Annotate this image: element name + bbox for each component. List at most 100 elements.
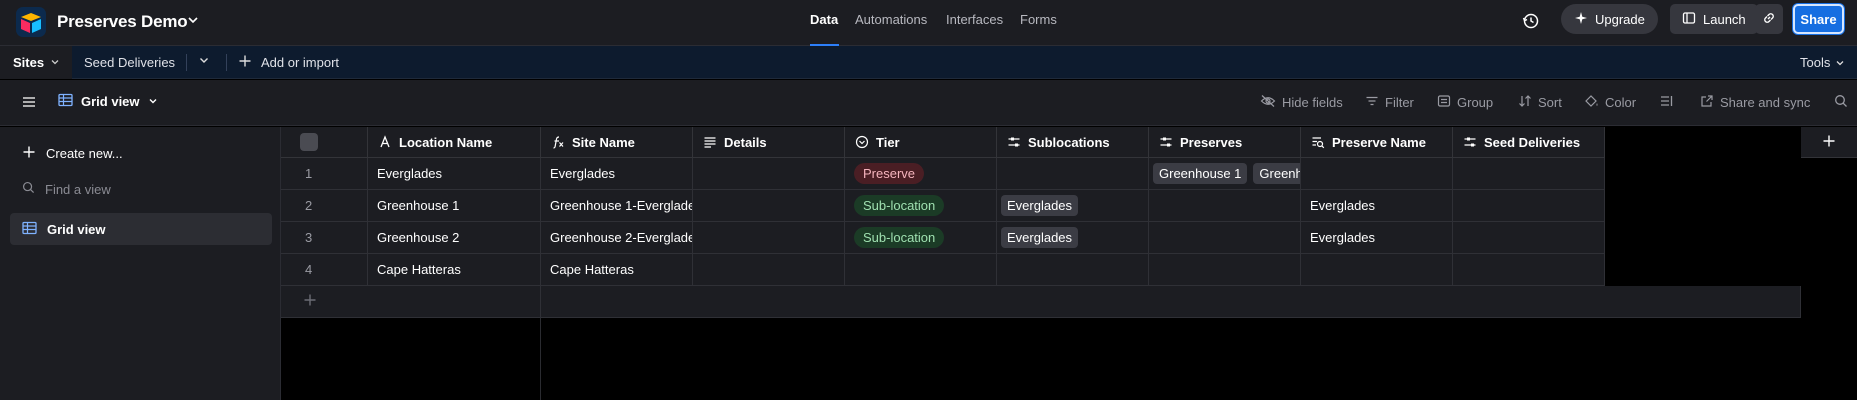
chevron-down-icon[interactable] xyxy=(187,14,199,29)
cell-site-name[interactable]: Cape Hatteras xyxy=(541,254,693,286)
share-button[interactable]: Share xyxy=(1792,3,1845,35)
cell-sublocations[interactable]: Everglades xyxy=(997,190,1149,222)
table-tab-seed-deliveries[interactable]: Seed Deliveries xyxy=(84,55,175,70)
row-number[interactable]: 1 xyxy=(281,158,368,190)
tier-chip: Preserve xyxy=(854,163,925,184)
cell-preserve-name[interactable]: Everglades xyxy=(1301,190,1453,222)
row-number[interactable]: 4 xyxy=(281,254,368,286)
column-header-seed-deliveries[interactable]: Seed Deliveries xyxy=(1453,127,1605,158)
chevron-down-icon xyxy=(148,94,158,109)
hamburger-icon[interactable] xyxy=(22,95,36,109)
cell-location-name[interactable]: Cape Hatteras xyxy=(368,254,541,286)
row-number[interactable]: 2 xyxy=(281,190,368,222)
color-button[interactable]: Color xyxy=(1584,94,1636,111)
app-logo-icon[interactable] xyxy=(16,7,46,37)
add-record-button[interactable] xyxy=(281,286,541,318)
table-tab-sites[interactable]: Sites xyxy=(0,46,72,79)
cell-details[interactable] xyxy=(693,190,845,222)
sidebar-item-grid-view[interactable]: Grid view xyxy=(10,213,272,245)
sort-icon xyxy=(1518,94,1532,111)
copy-link-button[interactable] xyxy=(1755,4,1783,34)
column-header-tier[interactable]: Tier xyxy=(845,127,997,158)
filter-label: Filter xyxy=(1385,95,1414,110)
cell-details[interactable] xyxy=(693,254,845,286)
cell-seed-deliveries[interactable] xyxy=(1453,222,1605,254)
linked-record-chip[interactable]: Everglades xyxy=(1001,227,1079,248)
find-view-input[interactable]: Find a view xyxy=(22,181,111,197)
create-new-label: Create new... xyxy=(46,146,123,161)
create-new-view-button[interactable]: Create new... xyxy=(22,145,123,162)
column-header-location-name[interactable]: Location Name xyxy=(368,127,541,158)
cell-preserves[interactable] xyxy=(1149,190,1301,222)
linked-record-chip[interactable]: Greenhouse 1 xyxy=(1153,163,1248,184)
upgrade-button[interactable]: Upgrade xyxy=(1561,4,1658,34)
share-and-sync-button[interactable]: Share and sync xyxy=(1700,94,1810,111)
cell-seed-deliveries[interactable] xyxy=(1453,158,1605,190)
cell-site-name[interactable]: Greenhouse 1-Everglades xyxy=(541,190,693,222)
column-label: Preserves xyxy=(1180,134,1243,150)
select-all-header[interactable] xyxy=(281,127,368,158)
lookup-icon xyxy=(1311,135,1325,149)
nav-tab-forms[interactable]: Forms xyxy=(1020,12,1057,27)
link-icon xyxy=(1762,11,1776,28)
cell-sublocations[interactable]: Everglades xyxy=(997,222,1149,254)
tools-menu[interactable]: Tools xyxy=(1800,55,1830,70)
cell-location-name[interactable]: Greenhouse 1 xyxy=(368,190,541,222)
tier-chip: Sub-location xyxy=(854,227,945,248)
view-switcher[interactable]: Grid view xyxy=(58,93,158,110)
search-icon[interactable] xyxy=(1834,94,1848,108)
row-height-icon[interactable] xyxy=(1660,94,1674,108)
cell-preserve-name[interactable]: Everglades xyxy=(1301,222,1453,254)
cell-details[interactable] xyxy=(693,222,845,254)
base-title[interactable]: Preserves Demo xyxy=(57,12,188,32)
column-header-sublocations[interactable]: Sublocations xyxy=(997,127,1149,158)
cell-details[interactable] xyxy=(693,158,845,190)
column-header-details[interactable]: Details xyxy=(693,127,845,158)
plus-icon[interactable] xyxy=(238,54,252,71)
nav-tab-interfaces[interactable]: Interfaces xyxy=(946,12,1003,27)
cell-tier[interactable]: Preserve xyxy=(845,158,997,190)
cell-sublocations[interactable] xyxy=(997,254,1149,286)
column-label: Site Name xyxy=(572,134,635,150)
sort-button[interactable]: Sort xyxy=(1518,94,1562,111)
hide-fields-button[interactable]: Hide fields xyxy=(1260,94,1343,111)
cell-preserves[interactable] xyxy=(1149,254,1301,286)
history-icon[interactable] xyxy=(1520,10,1542,32)
row-number[interactable]: 3 xyxy=(281,222,368,254)
filter-button[interactable]: Filter xyxy=(1365,94,1414,111)
cell-preserve-name[interactable] xyxy=(1301,158,1453,190)
find-view-placeholder: Find a view xyxy=(45,181,111,197)
chevron-down-icon[interactable] xyxy=(1835,56,1845,71)
cell-location-name[interactable]: Greenhouse 2 xyxy=(368,222,541,254)
cell-sublocations[interactable] xyxy=(997,158,1149,190)
all-tables-chevron-icon[interactable] xyxy=(198,54,210,69)
column-label: Details xyxy=(724,134,767,150)
cell-tier[interactable]: Sub-location xyxy=(845,190,997,222)
nav-tab-automations[interactable]: Automations xyxy=(855,12,927,27)
sparkle-icon xyxy=(1574,11,1588,28)
linked-record-icon xyxy=(1463,135,1477,149)
nav-tab-data[interactable]: Data xyxy=(810,12,838,27)
column-header-preserves[interactable]: Preserves xyxy=(1149,127,1301,158)
cell-tier[interactable] xyxy=(845,254,997,286)
launch-button[interactable]: Launch xyxy=(1670,4,1758,34)
select-all-checkbox[interactable] xyxy=(300,133,318,151)
cell-location-name[interactable]: Everglades xyxy=(368,158,541,190)
linked-record-chip[interactable]: Everglades xyxy=(1001,195,1079,216)
cell-preserves[interactable] xyxy=(1149,222,1301,254)
linked-record-chip[interactable]: Greenhouse xyxy=(1253,163,1300,184)
cell-site-name[interactable]: Everglades xyxy=(541,158,693,190)
group-button[interactable]: Group xyxy=(1437,94,1493,111)
cell-seed-deliveries[interactable] xyxy=(1453,254,1605,286)
add-or-import-button[interactable]: Add or import xyxy=(261,55,339,70)
cell-seed-deliveries[interactable] xyxy=(1453,190,1605,222)
cell-tier[interactable]: Sub-location xyxy=(845,222,997,254)
cell-preserve-name[interactable] xyxy=(1301,254,1453,286)
column-header-preserve-name[interactable]: Preserve Name xyxy=(1301,127,1453,158)
header-spacer xyxy=(1605,127,1801,158)
cell-preserves[interactable]: Greenhouse 1 Greenhouse xyxy=(1149,158,1301,190)
column-header-site-name[interactable]: Site Name xyxy=(541,127,693,158)
cell-site-name[interactable]: Greenhouse 2-Everglades xyxy=(541,222,693,254)
add-field-button[interactable] xyxy=(1801,127,1857,158)
add-record-row[interactable] xyxy=(541,286,1801,318)
